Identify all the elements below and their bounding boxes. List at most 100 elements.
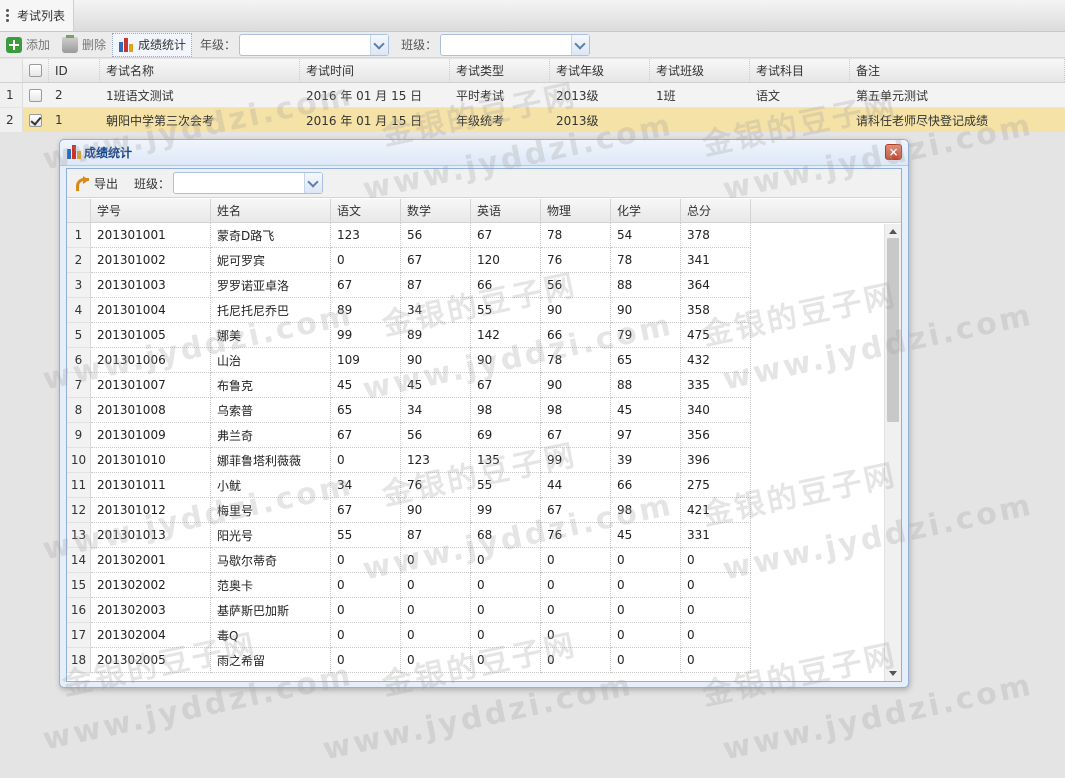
- col-header-exam-time[interactable]: 考试时间: [300, 59, 450, 82]
- export-icon: [74, 175, 90, 191]
- cell-math: 0: [401, 648, 471, 673]
- close-icon[interactable]: ×: [885, 144, 902, 160]
- cell-english: 99: [471, 498, 541, 523]
- dialog-class-label: 班级：: [134, 176, 171, 191]
- table-row[interactable]: 1 2 1班语文测试 2016 年 01 月 15 日 平时考试 2013级 1班 语文 第五单…: [0, 83, 1065, 108]
- row-select-cell[interactable]: [23, 83, 49, 107]
- table-row[interactable]: 18 201302005 雨之希留 0 0 0 0 0 0: [67, 648, 901, 673]
- col-header-id[interactable]: ID: [49, 59, 100, 82]
- table-row[interactable]: 1 201301001 蒙奇D路飞 123 56 67 78 54 378: [67, 223, 901, 248]
- col-header-remarks[interactable]: 备注: [850, 59, 1065, 82]
- dialog-title-bar[interactable]: 成绩统计: [60, 140, 908, 166]
- dialog-class-select[interactable]: [173, 172, 324, 194]
- table-row[interactable]: 3 201301003 罗罗诺亚卓洛 67 87 66 56 88 364: [67, 273, 901, 298]
- class-select[interactable]: [440, 33, 591, 56]
- cell-id: 2: [55, 88, 63, 102]
- scroll-down-icon[interactable]: [889, 671, 897, 676]
- cell-name: 范奥卡: [211, 573, 331, 598]
- cell-name: 弗兰奇: [211, 423, 331, 448]
- cell-total: 421: [681, 498, 751, 523]
- cell-math: 89: [401, 323, 471, 348]
- select-all-cell[interactable]: [23, 59, 49, 82]
- table-row[interactable]: 15 201302002 范奥卡 0 0 0 0 0 0: [67, 573, 901, 598]
- cell-math: 123: [401, 448, 471, 473]
- table-row[interactable]: 7 201301007 布鲁克 45 45 67 90 88 335: [67, 373, 901, 398]
- class-filter-label: 班级：: [401, 38, 438, 52]
- scroll-up-icon[interactable]: [889, 229, 897, 234]
- cell-physics: 78: [541, 348, 611, 373]
- table-row[interactable]: 9 201301009 弗兰奇 67 56 69 67 97 356: [67, 423, 901, 448]
- col-header-exam-class[interactable]: 考试班级: [650, 59, 750, 82]
- table-row[interactable]: 11 201301011 小鱿 34 76 55 44 66 275: [67, 473, 901, 498]
- row-checkbox[interactable]: [29, 113, 42, 127]
- score-grid-header: 学号 姓名 语文 数学 英语 物理 化学 总分: [67, 199, 901, 223]
- cell-student-id: 201301013: [91, 523, 211, 548]
- scrollbar-thumb[interactable]: [887, 238, 899, 422]
- score-stats-button[interactable]: 成绩统计: [112, 32, 193, 57]
- chevron-down-icon[interactable]: [304, 173, 323, 193]
- chevron-down-icon[interactable]: [370, 34, 389, 55]
- tab-exam-list[interactable]: 考试列表: [0, 0, 75, 31]
- col-header-exam-name[interactable]: 考试名称: [100, 59, 300, 82]
- col-header-exam-subject[interactable]: 考试科目: [750, 59, 850, 82]
- cell-name: 娜美: [211, 323, 331, 348]
- cell-name: 基萨斯巴加斯: [211, 598, 331, 623]
- cell-english: 120: [471, 248, 541, 273]
- table-row[interactable]: 13 201301013 阳光号 55 87 68 76 45 331: [67, 523, 901, 548]
- chevron-down-icon[interactable]: [571, 34, 590, 55]
- cell-english: 0: [471, 648, 541, 673]
- export-button[interactable]: 导出: [73, 171, 124, 195]
- cell-chinese: 0: [331, 648, 401, 673]
- row-number: 6: [67, 348, 91, 373]
- cell-chinese: 99: [331, 323, 401, 348]
- cell-exam-class: 1班: [656, 88, 676, 103]
- col-header-exam-type[interactable]: 考试类型: [450, 59, 550, 82]
- grade-select[interactable]: [239, 33, 390, 56]
- table-row[interactable]: 2 1 朝阳中学第三次会考 2016 年 01 月 15 日 年级统考 2013级 请科任老…: [0, 108, 1065, 133]
- cell-total: 396: [681, 448, 751, 473]
- col-header-total[interactable]: 总分: [681, 199, 751, 222]
- cell-student-id: 201302004: [91, 623, 211, 648]
- col-header-exam-grade[interactable]: 考试年级: [550, 59, 650, 82]
- table-row[interactable]: 5 201301005 娜美 99 89 142 66 79 475: [67, 323, 901, 348]
- row-number: 10: [67, 448, 91, 473]
- cell-name: 小鱿: [211, 473, 331, 498]
- cell-physics: 67: [541, 423, 611, 448]
- row-number: 1: [0, 83, 23, 107]
- dialog-toolbar: 导出 班级：: [67, 169, 901, 198]
- cell-physics: 66: [541, 323, 611, 348]
- col-header-chinese[interactable]: 语文: [331, 199, 401, 222]
- table-row[interactable]: 14 201302001 马歇尔蒂奇 0 0 0 0 0 0: [67, 548, 901, 573]
- cell-total: 340: [681, 398, 751, 423]
- cell-physics: 67: [541, 498, 611, 523]
- cell-exam-grade: 2013级: [556, 113, 599, 128]
- table-row[interactable]: 17 201302004 毒Q 0 0 0 0 0 0: [67, 623, 901, 648]
- add-button[interactable]: 添加: [0, 33, 56, 57]
- table-row[interactable]: 10 201301010 娜菲鲁塔利薇薇 0 123 135 99 39 396: [67, 448, 901, 473]
- cell-chemistry: 66: [611, 473, 681, 498]
- row-select-cell[interactable]: [23, 108, 49, 132]
- col-header-math[interactable]: 数学: [401, 199, 471, 222]
- col-header-english[interactable]: 英语: [471, 199, 541, 222]
- row-checkbox[interactable]: [29, 88, 42, 102]
- select-all-checkbox[interactable]: [29, 64, 42, 77]
- cell-physics: 78: [541, 223, 611, 248]
- row-number: 12: [67, 498, 91, 523]
- table-row[interactable]: 2 201301002 妮可罗宾 0 67 120 76 78 341: [67, 248, 901, 273]
- col-header-physics[interactable]: 物理: [541, 199, 611, 222]
- row-number: 18: [67, 648, 91, 673]
- cell-english: 0: [471, 548, 541, 573]
- table-row[interactable]: 4 201301004 托尼托尼乔巴 89 34 55 90 90 358: [67, 298, 901, 323]
- col-header-chemistry[interactable]: 化学: [611, 199, 681, 222]
- cell-chinese: 67: [331, 273, 401, 298]
- vertical-scrollbar[interactable]: [884, 224, 901, 681]
- col-header-name[interactable]: 姓名: [211, 199, 331, 222]
- cell-english: 67: [471, 373, 541, 398]
- table-row[interactable]: 12 201301012 梅里号 67 90 99 67 98 421: [67, 498, 901, 523]
- table-row[interactable]: 6 201301006 山治 109 90 90 78 65 432: [67, 348, 901, 373]
- delete-button[interactable]: 删除: [56, 33, 112, 57]
- table-row[interactable]: 16 201302003 基萨斯巴加斯 0 0 0 0 0 0: [67, 598, 901, 623]
- col-header-student-id[interactable]: 学号: [91, 199, 211, 222]
- cell-math: 56: [401, 223, 471, 248]
- table-row[interactable]: 8 201301008 乌索普 65 34 98 98 45 340: [67, 398, 901, 423]
